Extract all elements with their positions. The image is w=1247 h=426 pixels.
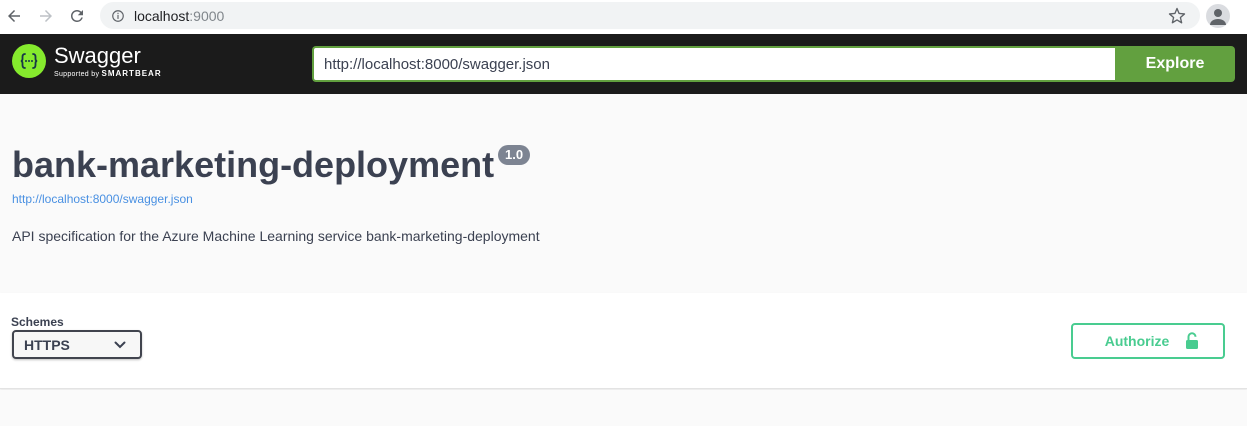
unlock-icon (1186, 332, 1199, 349)
scheme-container: Schemes HTTPS Authorize (0, 293, 1247, 389)
back-icon (8, 10, 20, 22)
browser-toolbar: localhost:9000 (0, 0, 1247, 34)
forward-icon (40, 10, 52, 22)
swagger-logo[interactable]: Swagger Supported by SMARTBEAR (12, 44, 162, 78)
schemes-selected-value: HTTPS (24, 336, 70, 353)
logo-sub-prefix: Supported by (54, 71, 102, 78)
reload-button[interactable] (65, 4, 89, 28)
version-badge: 1.0 (498, 145, 531, 165)
reload-icon (71, 9, 83, 22)
logo-subtitle: Supported by SMARTBEAR (54, 69, 162, 78)
url-text: localhost:9000 (134, 8, 224, 24)
address-bar[interactable]: localhost:9000 (100, 2, 1200, 29)
swagger-topbar: Swagger Supported by SMARTBEAR Explore (0, 34, 1247, 94)
spec-link[interactable]: http://localhost:8000/swagger.json (12, 192, 193, 206)
url-port: :9000 (189, 7, 225, 24)
authorize-label: Authorize (1104, 333, 1170, 349)
logo-title: Swagger (54, 43, 141, 68)
explore-button[interactable]: Explore (1115, 46, 1235, 82)
spec-url-input[interactable] (312, 46, 1116, 82)
swagger-logo-text: Swagger Supported by SMARTBEAR (54, 43, 162, 79)
logo-sub-brand: SMARTBEAR (101, 69, 162, 78)
forward-button[interactable] (34, 4, 58, 28)
url-host: localhost (134, 7, 190, 24)
star-icon[interactable] (1168, 7, 1186, 25)
api-info: bank-marketing-deployment 1.0 http://loc… (0, 94, 1247, 293)
back-button[interactable] (2, 4, 26, 28)
schemes-select[interactable]: HTTPS (12, 330, 142, 359)
operations-area (0, 390, 1247, 426)
info-icon[interactable] (110, 8, 126, 24)
authorize-button[interactable]: Authorize (1071, 323, 1225, 359)
swagger-logo-icon (12, 44, 46, 78)
schemes-label: Schemes (11, 315, 64, 329)
chevron-down-icon (114, 341, 126, 349)
profile-icon[interactable] (1206, 4, 1230, 28)
api-title: bank-marketing-deployment (12, 144, 495, 185)
api-description: API specification for the Azure Machine … (12, 228, 540, 244)
